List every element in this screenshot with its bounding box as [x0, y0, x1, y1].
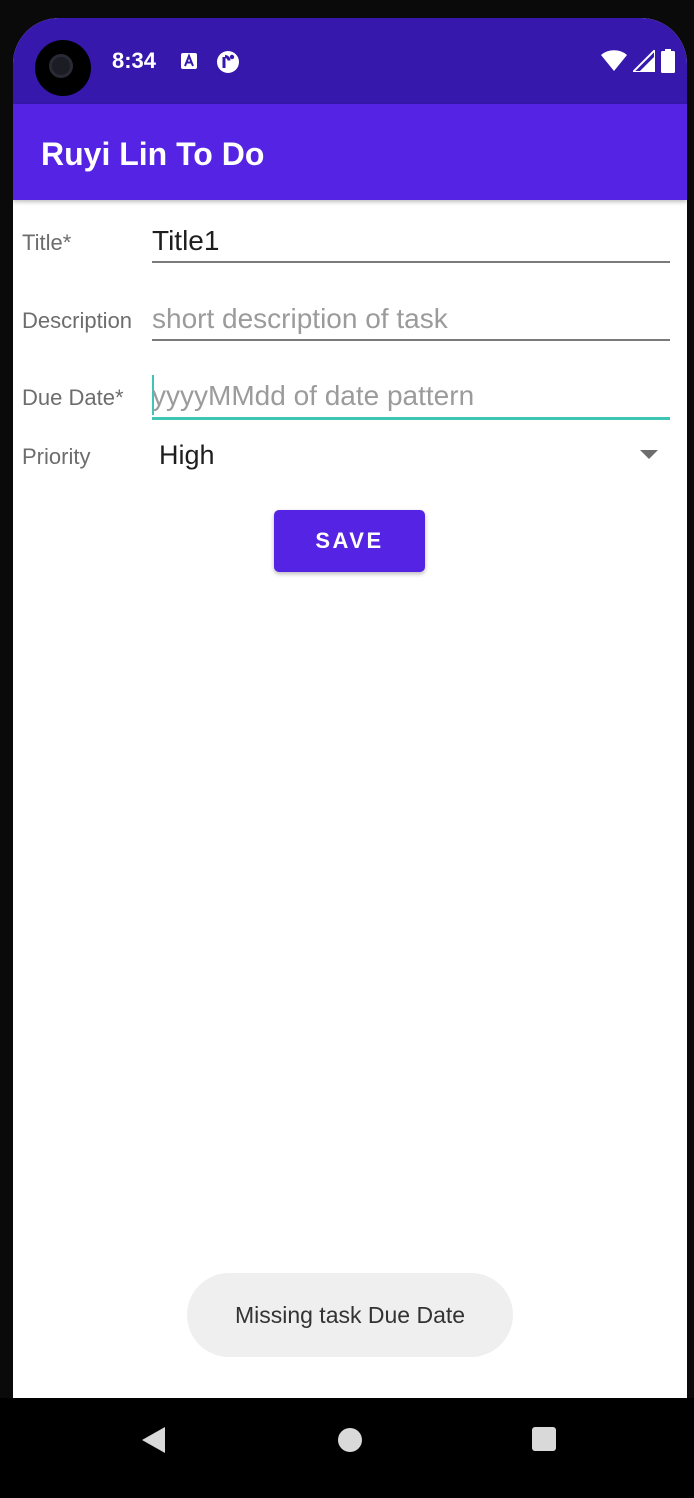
status-right-icons: [601, 48, 675, 74]
save-button[interactable]: SAVE: [274, 510, 425, 572]
navigation-bar: [0, 1398, 694, 1498]
device-frame: 8:34 Ruyi Lin To Do Title* Title1 Descri…: [0, 0, 694, 1498]
dropdown-arrow-icon: [640, 450, 658, 459]
description-label: Description: [22, 308, 133, 333]
description-field[interactable]: short description of task: [152, 297, 670, 341]
priority-dropdown[interactable]: High: [152, 434, 670, 478]
app-title: Ruyi Lin To Do: [41, 136, 265, 172]
title-field[interactable]: Title1: [152, 219, 670, 263]
recents-icon[interactable]: [532, 1427, 556, 1451]
home-icon[interactable]: [338, 1428, 362, 1452]
priority-selected: High: [159, 440, 215, 470]
status-time: 8:34: [112, 48, 157, 73]
due-date-field[interactable]: yyyyMMdd of date pattern: [152, 373, 670, 420]
due-date-label: Due Date*: [22, 385, 124, 410]
screen: 8:34 Ruyi Lin To Do Title* Title1 Descri…: [13, 18, 687, 1398]
description-placeholder: short description of task: [152, 303, 448, 334]
toast-message: Missing task Due Date: [187, 1273, 513, 1357]
camera-icon: [35, 40, 91, 96]
wifi-icon: [601, 50, 627, 71]
status-bar: 8:34: [13, 18, 687, 104]
back-icon[interactable]: [142, 1427, 165, 1453]
battery-icon: [661, 49, 675, 73]
due-date-placeholder: yyyyMMdd of date pattern: [152, 380, 475, 411]
app-bar: Ruyi Lin To Do: [13, 104, 687, 200]
title-label: Title*: [22, 230, 72, 255]
priority-label: Priority: [22, 444, 91, 469]
signal-icon: [633, 50, 655, 72]
notification-p-icon: [217, 51, 239, 73]
accessibility-a-icon: [181, 53, 197, 69]
title-value: Title1: [152, 225, 220, 256]
camera-lens: [49, 54, 73, 78]
